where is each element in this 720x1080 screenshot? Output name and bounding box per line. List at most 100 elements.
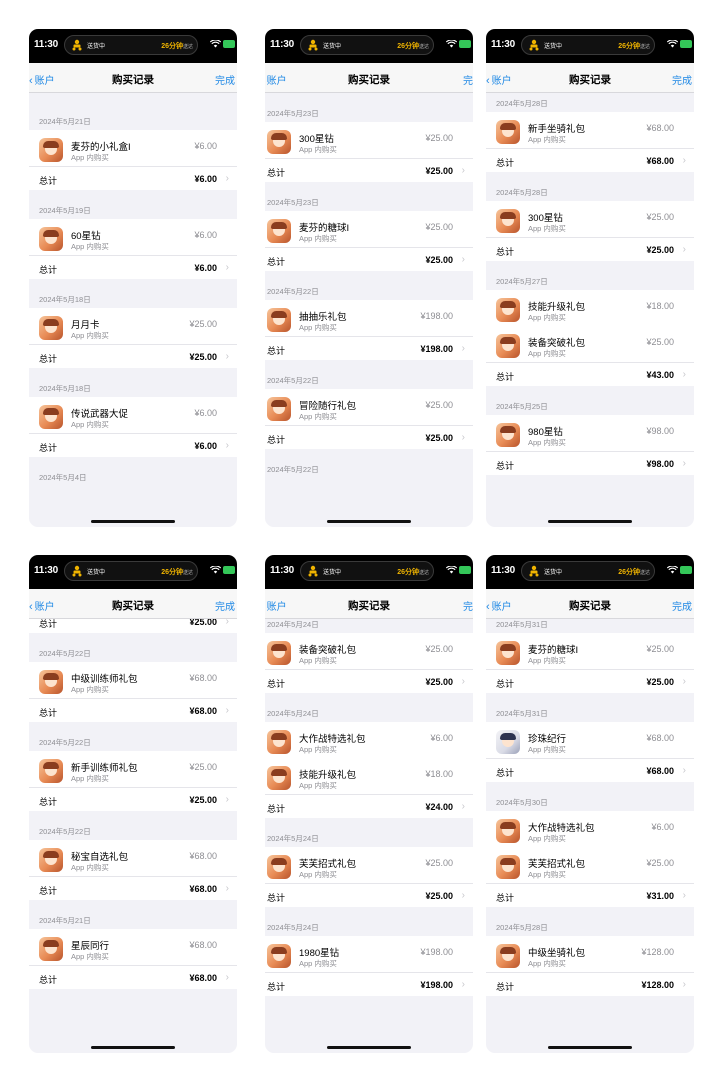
chevron-right-icon: › (225, 883, 229, 894)
dynamic-island[interactable]: 送货中 26分钟送达 (521, 561, 655, 581)
dynamic-island[interactable]: 送货中 26分钟送达 (64, 35, 198, 55)
purchase-item[interactable]: 300星钻 App 内购买 ¥25.00 (486, 201, 694, 237)
home-indicator[interactable] (91, 520, 175, 523)
done-button[interactable]: 完成 (672, 598, 692, 613)
home-indicator[interactable] (327, 1046, 411, 1049)
item-name: 传说武器大促 (71, 409, 129, 420)
dynamic-island[interactable]: 送货中 26分钟送达 (300, 561, 434, 581)
total-row[interactable]: 总计 ¥25.00 › (29, 344, 237, 368)
total-row[interactable]: 总计 ¥25.00 › (29, 787, 237, 811)
total-row[interactable]: 总计 ¥6.00 › (29, 255, 237, 279)
nav-bar: ‹账户 购买记录 完成 (265, 63, 473, 93)
purchase-list[interactable]: 总计 ¥25.00 › 2024年5月22日 中级训练师礼包 App 内购买 ¥68.00 总… (29, 619, 237, 1053)
purchase-item[interactable]: 新手坐骑礼包 App 内购买 ¥68.00 (486, 112, 694, 148)
item-subtitle: App 内购买 (528, 745, 566, 754)
item-subtitle: App 内购买 (528, 224, 566, 233)
app-icon (267, 730, 291, 754)
purchase-item[interactable]: 装备突破礼包 App 内购买 ¥25.00 (265, 633, 473, 669)
purchase-item[interactable]: 珍珠纪行 App 内购买 ¥68.00 (486, 722, 694, 758)
total-row[interactable]: 总计 ¥68.00 › (29, 965, 237, 989)
done-button[interactable]: 完成 (215, 598, 235, 613)
total-row[interactable]: 总计 ¥31.00 › (486, 883, 694, 907)
purchase-item[interactable]: 60星钻 App 内购买 ¥6.00 (29, 219, 237, 255)
total-row[interactable]: 总计 ¥6.00 › (29, 433, 237, 457)
total-row[interactable]: 总计 ¥24.00 › (265, 794, 473, 818)
purchase-item[interactable]: 冒险随行礼包 App 内购买 ¥25.00 (265, 389, 473, 425)
total-row[interactable]: 总计 ¥6.00 › (29, 166, 237, 190)
item-subtitle: App 内购买 (299, 145, 337, 154)
purchase-item[interactable]: 传说武器大促 App 内购买 ¥6.00 (29, 397, 237, 433)
purchase-item[interactable]: 1980星钻 App 内购买 ¥198.00 (265, 936, 473, 972)
date-header: 2024年5月24日 (267, 834, 319, 843)
done-button[interactable]: 完成 (463, 72, 473, 87)
total-label: 总计 (496, 372, 515, 382)
purchase-item[interactable]: 秘宝自选礼包 App 内购买 ¥68.00 (29, 840, 237, 876)
app-icon-hair (43, 940, 59, 947)
phone-screen: 11:30 送货中 26分钟送达 ‹账户 购买记录 完成 (265, 555, 473, 1053)
total-row[interactable]: 总计 ¥198.00 › (265, 336, 473, 360)
purchase-item[interactable]: 技能升级礼包 App 内购买 ¥18.00 (486, 290, 694, 326)
total-row[interactable]: 总计 ¥68.00 › (29, 698, 237, 722)
purchase-item[interactable]: 大作战特选礼包 App 内购买 ¥6.00 (265, 722, 473, 758)
item-name: 中级坐骑礼包 (528, 948, 586, 959)
done-button[interactable]: 完成 (215, 72, 235, 87)
home-indicator[interactable] (548, 1046, 632, 1049)
purchase-card: 新手训练师礼包 App 内购买 ¥25.00 总计 ¥25.00 › (29, 751, 237, 811)
dynamic-island[interactable]: 送货中 26分钟送达 (521, 35, 655, 55)
purchase-item[interactable]: 芙芙招式礼包 App 内购买 ¥25.00 (265, 847, 473, 883)
purchase-item[interactable]: 300星钻 App 内购买 ¥25.00 (265, 122, 473, 158)
purchase-item[interactable]: 芙芙招式礼包 App 内购买 ¥25.00 (486, 847, 694, 883)
total-row[interactable]: 总计 ¥68.00 › (29, 876, 237, 900)
total-row[interactable]: 总计 ¥25.00 › (265, 425, 473, 449)
item-subtitle: App 内购买 (299, 959, 337, 968)
total-row[interactable]: 总计 ¥43.00 › (486, 362, 694, 386)
purchase-card: 新手坐骑礼包 App 内购买 ¥68.00 总计 ¥68.00 › (486, 112, 694, 172)
app-icon (267, 219, 291, 243)
purchase-list[interactable]: 2024年5月23日 300星钻 App 内购买 ¥25.00 总计 ¥25.00 › 202… (265, 93, 473, 527)
purchase-item[interactable]: 中级坐骑礼包 App 内购买 ¥128.00 (486, 936, 694, 972)
purchase-list[interactable]: 2024年5月31日 麦芬的糖球I App 内购买 ¥25.00 总计 ¥25.00 › 20… (486, 619, 694, 1053)
dynamic-island[interactable]: 送货中 26分钟送达 (64, 561, 198, 581)
dynamic-island[interactable]: 送货中 26分钟送达 (300, 35, 434, 55)
purchase-list[interactable]: 2024年5月24日 装备突破礼包 App 内购买 ¥25.00 总计 ¥25.00 › 20… (265, 619, 473, 1053)
total-row[interactable]: 总计 ¥25.00 › (265, 669, 473, 693)
item-subtitle: App 内购买 (528, 959, 566, 968)
total-amount: ¥25.00 (189, 352, 217, 362)
purchase-item[interactable]: 中级训练师礼包 App 内购买 ¥68.00 (29, 662, 237, 698)
wifi-icon (210, 566, 221, 574)
item-name: 芙芙招式礼包 (528, 859, 586, 870)
done-button[interactable]: 完成 (672, 72, 692, 87)
purchase-item[interactable]: 星辰同行 App 内购买 ¥68.00 (29, 929, 237, 965)
home-indicator[interactable] (327, 520, 411, 523)
purchase-item[interactable]: 麦芬的糖球I App 内购买 ¥25.00 (265, 211, 473, 247)
total-row[interactable]: 总计 ¥25.00 › (265, 883, 473, 907)
purchase-item[interactable]: 大作战特选礼包 App 内购买 ¥6.00 (486, 811, 694, 847)
wifi-icon (210, 40, 221, 48)
total-row[interactable]: 总计 ¥98.00 › (486, 451, 694, 475)
done-button[interactable]: 完成 (463, 598, 473, 613)
purchase-item[interactable]: 麦芬的小礼盒I App 内购买 ¥6.00 (29, 130, 237, 166)
total-row[interactable]: 总计 ¥198.00 › (265, 972, 473, 996)
total-row[interactable]: 总计 ¥68.00 › (486, 758, 694, 782)
home-indicator[interactable] (548, 520, 632, 523)
purchase-item[interactable]: 980星钻 App 内购买 ¥98.00 (486, 415, 694, 451)
purchase-list[interactable]: 2024年5月21日 麦芬的小礼盒I App 内购买 ¥6.00 总计 ¥6.00 › 202… (29, 93, 237, 527)
total-row[interactable]: 总计 ¥25.00 › (265, 158, 473, 182)
purchase-item[interactable]: 月月卡 App 内购买 ¥25.00 (29, 308, 237, 344)
home-indicator[interactable] (91, 1046, 175, 1049)
total-label: 总计 (267, 982, 286, 992)
total-row[interactable]: 总计 ¥25.00 › (265, 247, 473, 271)
purchase-item[interactable]: 抽抽乐礼包 App 内购买 ¥198.00 (265, 300, 473, 336)
purchase-item[interactable]: 麦芬的糖球I App 内购买 ¥25.00 (486, 633, 694, 669)
total-row[interactable]: 总计 ¥68.00 › (486, 148, 694, 172)
delivery-status: 送货中 (87, 44, 106, 50)
purchase-list[interactable]: 2024年5月28日 新手坐骑礼包 App 内购买 ¥68.00 总计 ¥68.00 › 20… (486, 93, 694, 527)
purchase-item[interactable]: 技能升级礼包 App 内购买 ¥18.00 (265, 758, 473, 794)
total-row[interactable]: 总计 ¥25.00 › (486, 237, 694, 261)
purchase-item[interactable]: 装备突破礼包 App 内购买 ¥25.00 (486, 326, 694, 362)
total-row[interactable]: 总计 ¥25.00 › (29, 619, 237, 633)
purchase-item[interactable]: 新手训练师礼包 App 内购买 ¥25.00 (29, 751, 237, 787)
total-row[interactable]: 总计 ¥25.00 › (486, 669, 694, 693)
total-row[interactable]: 总计 ¥128.00 › (486, 972, 694, 996)
item-subtitle: App 内购买 (71, 685, 109, 694)
